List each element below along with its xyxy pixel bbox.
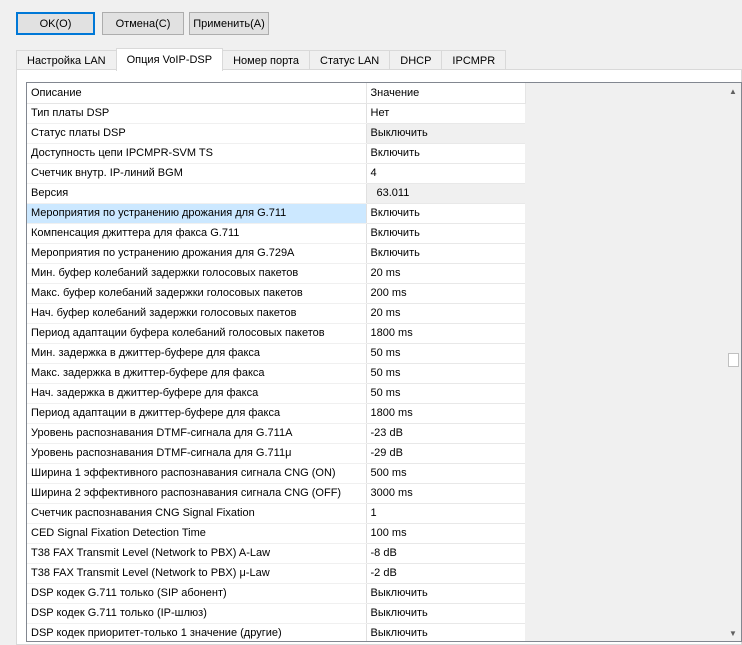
tab-dhcp[interactable]: DHCP	[389, 50, 443, 70]
row-description[interactable]: Мин. буфер колебаний задержки голосовых …	[27, 263, 366, 284]
row-value[interactable]: 500 ms	[365, 463, 525, 484]
row-value[interactable]: 50 ms	[365, 363, 525, 384]
row-value[interactable]: 1800 ms	[365, 323, 525, 344]
table-row[interactable]: T38 FAX Transmit Level (Network to PBX) …	[27, 563, 525, 584]
table-row[interactable]: Макс. задержка в джиттер-буфере для факс…	[27, 363, 525, 384]
row-value[interactable]: Выключить	[365, 583, 525, 604]
row-value[interactable]: Нет	[365, 103, 525, 124]
table-row[interactable]: Нач. задержка в джиттер-буфере для факса…	[27, 383, 525, 404]
tab-lan-settings[interactable]: Настройка LAN	[16, 50, 117, 70]
row-description[interactable]: Макс. буфер колебаний задержки голосовых…	[27, 283, 366, 304]
row-value[interactable]: 20 ms	[365, 303, 525, 324]
table-row[interactable]: Период адаптации в джиттер-буфере для фа…	[27, 403, 525, 424]
row-description[interactable]: Нач. буфер колебаний задержки голосовых …	[27, 303, 366, 324]
row-description[interactable]: Макс. задержка в джиттер-буфере для факс…	[27, 363, 366, 384]
row-description[interactable]: Счетчик распознавания CNG Signal Fixatio…	[27, 503, 366, 524]
tab-bar: Настройка LAN Опция VoIP-DSP Номер порта Ст…	[16, 48, 507, 71]
table-row[interactable]: Мин. буфер колебаний задержки голосовых …	[27, 263, 525, 284]
row-value[interactable]: Включить	[365, 223, 525, 244]
chevron-up-icon[interactable]: ▲	[725, 83, 741, 99]
row-description[interactable]: DSP кодек приоритет-только 1 значение (д…	[27, 623, 366, 641]
table-row[interactable]: Уровень распознавания DTMF-сигнала для G…	[27, 423, 525, 444]
row-value[interactable]: 1	[365, 503, 525, 524]
table-row[interactable]: Уровень распознавания DTMF-сигнала для G…	[27, 443, 525, 464]
table-row[interactable]: Мероприятия по устранению дрожания для G…	[27, 243, 525, 264]
table-row[interactable]: Мин. задержка в джиттер-буфере для факса…	[27, 343, 525, 364]
row-value[interactable]: Выключить	[365, 623, 525, 641]
row-description[interactable]: Мероприятия по устранению дрожания для G…	[27, 203, 366, 224]
table-row[interactable]: Период адаптации буфера колебаний голосо…	[27, 323, 525, 344]
row-description[interactable]: Ширина 1 эффективного распознавания сигн…	[27, 463, 366, 484]
row-value[interactable]: Включить	[365, 203, 525, 224]
table-row[interactable]: Макс. буфер колебаний задержки голосовых…	[27, 283, 525, 304]
row-description[interactable]: Нач. задержка в джиттер-буфере для факса	[27, 383, 366, 404]
row-value: Выключить	[365, 123, 525, 144]
settings-grid: Описание Значение Тип платы DSP Нет Статус…	[26, 82, 742, 642]
row-description[interactable]: Версия	[27, 183, 366, 204]
row-value[interactable]: -29 dB	[365, 443, 525, 464]
table-row[interactable]: Статус платы DSP Выключить	[27, 123, 525, 144]
row-description[interactable]: Уровень распознавания DTMF-сигнала для G…	[27, 443, 366, 464]
table-row[interactable]: CED Signal Fixation Detection Time 100 ms	[27, 523, 525, 544]
row-value[interactable]: -2 dB	[365, 563, 525, 584]
table-row[interactable]: T38 FAX Transmit Level (Network to PBX) …	[27, 543, 525, 564]
tab-voip-dsp[interactable]: Опция VoIP-DSP	[115, 48, 224, 71]
row-description[interactable]: Уровень распознавания DTMF-сигнала для G…	[27, 423, 366, 444]
vertical-scrollbar[interactable]: ▲ ▼	[724, 83, 741, 641]
table-row[interactable]: Ширина 1 эффективного распознавания сигн…	[27, 463, 525, 484]
tab-lan-status[interactable]: Статус LAN	[309, 50, 391, 70]
table-row[interactable]: Нач. буфер колебаний задержки голосовых …	[27, 303, 525, 324]
chevron-down-icon[interactable]: ▼	[725, 625, 741, 641]
row-description[interactable]: CED Signal Fixation Detection Time	[27, 523, 366, 544]
row-value[interactable]: -23 dB	[365, 423, 525, 444]
row-value[interactable]: Включить	[365, 143, 525, 164]
row-description[interactable]: Счетчик внутр. IP-линий BGM	[27, 163, 366, 184]
table-row[interactable]: Версия 63.011	[27, 183, 525, 204]
table-row[interactable]: Мероприятия по устранению дрожания для G…	[27, 203, 525, 224]
cancel-button[interactable]: Отмена(C)	[102, 12, 184, 35]
table-row[interactable]: Доступность цепи IPCMPR-SVM TS Включить	[27, 143, 525, 164]
scrollbar-thumb[interactable]	[728, 353, 739, 367]
column-header-description[interactable]: Описание	[27, 83, 367, 104]
table-row[interactable]: Ширина 2 эффективного распознавания сигн…	[27, 483, 525, 504]
table-row[interactable]: Счетчик внутр. IP-линий BGM 4	[27, 163, 525, 184]
row-value[interactable]: 4	[365, 163, 525, 184]
row-description[interactable]: T38 FAX Transmit Level (Network to PBX) …	[27, 563, 366, 584]
row-description[interactable]: Мин. задержка в джиттер-буфере для факса	[27, 343, 366, 364]
row-value[interactable]: 200 ms	[365, 283, 525, 304]
row-description[interactable]: DSP кодек G.711 только (SIP абонент)	[27, 583, 366, 604]
ok-button[interactable]: OK(O)	[16, 12, 95, 35]
row-description[interactable]: Период адаптации буфера колебаний голосо…	[27, 323, 366, 344]
row-value[interactable]: 100 ms	[365, 523, 525, 544]
row-description[interactable]: Компенсация джиттера для факса G.711	[27, 223, 366, 244]
tab-ipcmpr[interactable]: IPCMPR	[441, 50, 507, 70]
row-value[interactable]: 1800 ms	[365, 403, 525, 424]
tab-port-number[interactable]: Номер порта	[222, 50, 311, 70]
row-description[interactable]: Статус платы DSP	[27, 123, 366, 144]
row-description[interactable]: Ширина 2 эффективного распознавания сигн…	[27, 483, 366, 504]
row-description[interactable]: T38 FAX Transmit Level (Network to PBX) …	[27, 543, 366, 564]
table-row[interactable]: Компенсация джиттера для факса G.711 Вклю…	[27, 223, 525, 244]
row-value[interactable]: Включить	[365, 243, 525, 264]
row-description[interactable]: Тип платы DSP	[27, 103, 366, 124]
row-description[interactable]: DSP кодек G.711 только (IP-шлюз)	[27, 603, 366, 624]
row-value[interactable]: -8 dB	[365, 543, 525, 564]
row-value[interactable]: 50 ms	[365, 343, 525, 364]
table-row[interactable]: DSP кодек приоритет-только 1 значение (д…	[27, 623, 525, 641]
row-value[interactable]: 50 ms	[365, 383, 525, 404]
table-row[interactable]: Тип платы DSP Нет	[27, 103, 525, 124]
grid-header-row: Описание Значение	[27, 83, 526, 104]
column-header-value[interactable]: Значение	[366, 83, 526, 104]
table-row[interactable]: Счетчик распознавания CNG Signal Fixatio…	[27, 503, 525, 524]
table-row[interactable]: DSP кодек G.711 только (SIP абонент) Выкл…	[27, 583, 525, 604]
row-value[interactable]: 20 ms	[365, 263, 525, 284]
row-description[interactable]: Мероприятия по устранению дрожания для G…	[27, 243, 366, 264]
row-value[interactable]: 3000 ms	[365, 483, 525, 504]
apply-button[interactable]: Применить(A)	[189, 12, 269, 35]
row-value[interactable]: Выключить	[365, 603, 525, 624]
row-description[interactable]: Доступность цепи IPCMPR-SVM TS	[27, 143, 366, 164]
row-value: 63.011	[365, 183, 525, 204]
table-row[interactable]: DSP кодек G.711 только (IP-шлюз) Выключит…	[27, 603, 525, 624]
row-description[interactable]: Период адаптации в джиттер-буфере для фа…	[27, 403, 366, 424]
